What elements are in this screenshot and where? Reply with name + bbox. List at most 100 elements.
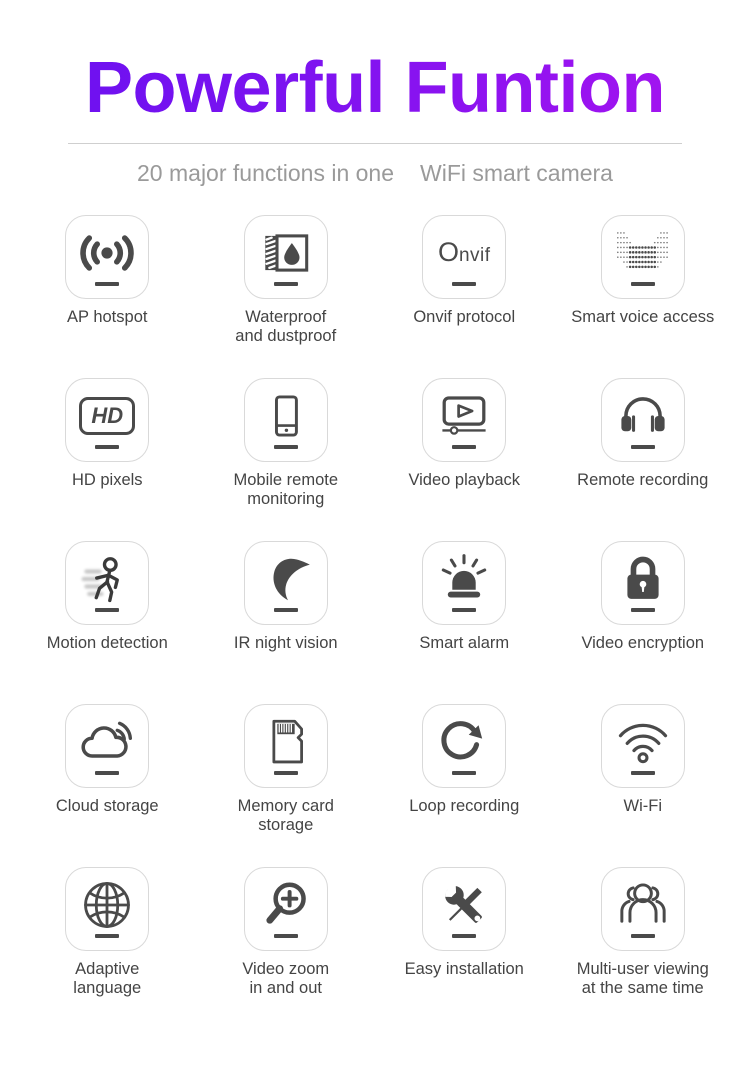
feature-label: Cloud storage bbox=[55, 797, 159, 816]
tile-underbar bbox=[95, 608, 120, 613]
feature-cell[interactable]: Loop recording bbox=[375, 704, 554, 867]
tile-underbar bbox=[452, 445, 477, 450]
circular-arrow-icon bbox=[434, 712, 494, 772]
feature-tile[interactable] bbox=[65, 541, 150, 626]
feature-tile[interactable] bbox=[422, 541, 507, 626]
feature-label: Easy installation bbox=[404, 960, 524, 979]
feature-label: Video encryption bbox=[581, 634, 705, 653]
feature-tile[interactable] bbox=[243, 378, 328, 463]
tile-underbar bbox=[452, 282, 477, 287]
onvif-o-letter: O bbox=[437, 237, 459, 268]
feature-tile[interactable] bbox=[600, 378, 685, 463]
broadcast-signal-icon bbox=[77, 223, 137, 283]
video-player-icon bbox=[434, 386, 494, 446]
feature-cell[interactable]: Smart voice access bbox=[554, 215, 733, 378]
feature-label: Remote recording bbox=[577, 471, 709, 490]
feature-tile[interactable]: Onvif bbox=[422, 215, 507, 300]
siren-light-icon bbox=[434, 549, 494, 609]
tile-underbar bbox=[452, 608, 477, 613]
feature-tile[interactable] bbox=[422, 378, 507, 463]
feature-tile[interactable] bbox=[65, 215, 150, 300]
feature-tile[interactable] bbox=[600, 541, 685, 626]
tile-underbar bbox=[95, 445, 120, 450]
feature-tile[interactable] bbox=[422, 867, 507, 952]
feature-tile[interactable] bbox=[243, 541, 328, 626]
feature-tile[interactable] bbox=[65, 867, 150, 952]
tile-underbar bbox=[273, 608, 298, 613]
feature-label: Adaptive language bbox=[73, 960, 142, 998]
header-divider bbox=[68, 143, 682, 145]
page-subtitle: 20 major functions in one WiFi smart came… bbox=[0, 160, 750, 187]
feature-cell[interactable]: Adaptive language bbox=[18, 867, 197, 1030]
feature-cell[interactable]: HD HD pixels bbox=[18, 378, 197, 541]
feature-cell[interactable]: Easy installation bbox=[375, 867, 554, 1030]
tile-underbar bbox=[452, 771, 477, 776]
feature-label: Wi-Fi bbox=[623, 797, 662, 816]
water-droplet-icon bbox=[256, 223, 316, 283]
speaker-grille-icon bbox=[613, 223, 673, 283]
feature-label: Video playback bbox=[408, 471, 521, 490]
feature-cell[interactable]: Motion detection bbox=[18, 541, 197, 704]
feature-cell[interactable]: Onvif Onvif protocol bbox=[375, 215, 554, 378]
tile-underbar bbox=[630, 608, 655, 613]
tile-underbar bbox=[273, 934, 298, 939]
feature-tile[interactable] bbox=[600, 867, 685, 952]
feature-label: IR night vision bbox=[233, 634, 338, 653]
wrench-screwdriver-icon bbox=[434, 875, 494, 935]
feature-label: Mobile remote monitoring bbox=[233, 471, 339, 509]
cloud-signal-icon bbox=[77, 712, 137, 772]
feature-label: Smart voice access bbox=[571, 308, 715, 327]
hd-badge-icon: HD bbox=[77, 386, 137, 446]
feature-label: Motion detection bbox=[46, 634, 168, 653]
feature-tile[interactable] bbox=[422, 704, 507, 789]
running-person-icon bbox=[77, 549, 137, 609]
subtitle-right-text: WiFi smart camera bbox=[420, 160, 613, 187]
onvif-nvif-letters: nvif bbox=[458, 245, 491, 267]
tile-underbar bbox=[630, 934, 655, 939]
feature-label: Loop recording bbox=[409, 797, 520, 816]
wifi-icon bbox=[613, 712, 673, 772]
tile-underbar bbox=[630, 445, 655, 450]
feature-cell[interactable]: Waterproof and dustproof bbox=[197, 215, 376, 378]
feature-cell[interactable]: Memory card storage bbox=[197, 704, 376, 867]
tile-underbar bbox=[452, 934, 477, 939]
feature-cell[interactable]: Video playback bbox=[375, 378, 554, 541]
tile-underbar bbox=[630, 771, 655, 776]
hd-label: HD bbox=[91, 402, 124, 428]
feature-label: HD pixels bbox=[71, 471, 143, 490]
smartphone-icon bbox=[256, 386, 316, 446]
feature-label: Smart alarm bbox=[419, 634, 510, 653]
feature-cell[interactable]: Mobile remote monitoring bbox=[197, 378, 376, 541]
headphones-icon bbox=[613, 386, 673, 446]
feature-cell[interactable]: Video zoom in and out bbox=[197, 867, 376, 1030]
feature-tile[interactable]: HD bbox=[65, 378, 150, 463]
feature-tile[interactable] bbox=[243, 704, 328, 789]
tile-underbar bbox=[273, 445, 298, 450]
feature-cell[interactable]: AP hotspot bbox=[18, 215, 197, 378]
feature-tile[interactable] bbox=[600, 215, 685, 300]
feature-tile[interactable] bbox=[65, 704, 150, 789]
feature-grid: AP hotspot Waterproof and dustproof O nv… bbox=[0, 215, 750, 1030]
feature-cell[interactable]: Multi-user viewing at the same time bbox=[554, 867, 733, 1030]
feature-label: Memory card storage bbox=[237, 797, 334, 835]
feature-cell[interactable]: Cloud storage bbox=[18, 704, 197, 867]
feature-cell[interactable]: Video encryption bbox=[554, 541, 733, 704]
feature-cell[interactable]: Wi-Fi bbox=[554, 704, 733, 867]
microsd-card-icon bbox=[256, 712, 316, 772]
feature-tile[interactable] bbox=[243, 867, 328, 952]
page-title: Powerful Funtion bbox=[0, 51, 750, 125]
feature-tile[interactable] bbox=[243, 215, 328, 300]
feature-cell[interactable]: IR night vision bbox=[197, 541, 376, 704]
feature-label: Onvif protocol bbox=[413, 308, 516, 327]
infographic-page: { "header": { "title": "Powerful Funtion… bbox=[0, 0, 750, 1080]
feature-cell[interactable]: Smart alarm bbox=[375, 541, 554, 704]
onvif-wordmark-icon: Onvif bbox=[434, 223, 494, 283]
feature-tile[interactable] bbox=[600, 704, 685, 789]
feature-cell[interactable]: Remote recording bbox=[554, 378, 733, 541]
tile-underbar bbox=[95, 934, 120, 939]
tile-underbar bbox=[273, 771, 298, 776]
tile-underbar bbox=[273, 282, 298, 287]
feature-label: Waterproof and dustproof bbox=[235, 308, 337, 346]
page-header: Powerful Funtion 20 major functions in o… bbox=[0, 0, 750, 187]
padlock-icon bbox=[613, 549, 673, 609]
